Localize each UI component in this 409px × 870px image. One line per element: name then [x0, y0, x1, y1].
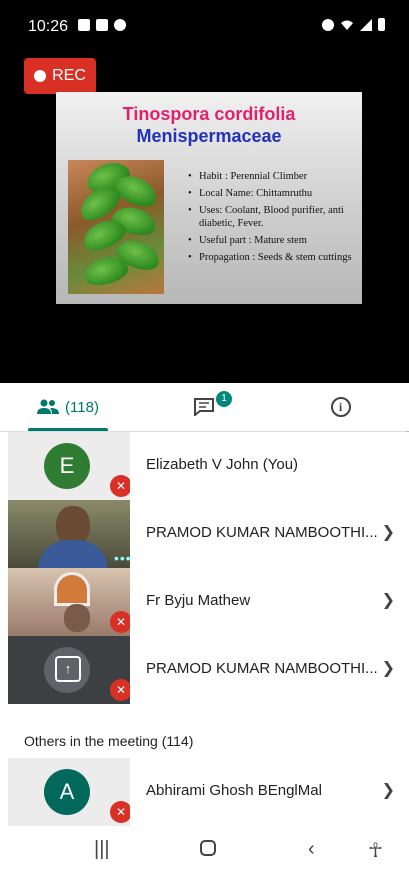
- slide-bullet-list: Habit : Perennial Climber Local Name: Ch…: [188, 170, 358, 268]
- slide-subtitle: Menispermaceae: [136, 126, 282, 146]
- participant-tile: A ✕: [8, 758, 130, 826]
- participant-video-tile: •••: [8, 500, 130, 568]
- participant-name: PRAMOD KUMAR NAMBOOTHI...: [146, 660, 378, 677]
- system-nav-bar: ||| ‹ ☥: [0, 836, 409, 870]
- chevron-right-icon: ❯: [381, 592, 395, 609]
- recording-label: REC: [52, 67, 86, 84]
- info-icon: i: [330, 397, 351, 417]
- mic-muted-icon: ✕: [110, 475, 130, 497]
- chat-unread-badge: 1: [216, 391, 232, 407]
- gallery-icon: [78, 19, 90, 31]
- tab-info[interactable]: i: [272, 383, 409, 431]
- record-dot-icon: [34, 70, 47, 82]
- participant-name: PRAMOD KUMAR NAMBOOTHI...: [146, 524, 378, 541]
- slide-bullet: Habit : Perennial Climber: [188, 170, 358, 183]
- status-bar: 10:26: [0, 0, 409, 42]
- tab-people[interactable]: (118): [0, 383, 136, 431]
- signal-icon: [360, 18, 372, 31]
- participant-row[interactable]: A ✕ Abhirami Ghosh BEnglMal ❯: [0, 758, 409, 826]
- participant-row[interactable]: ••• PRAMOD KUMAR NAMBOOTHI... ❯: [0, 500, 409, 568]
- people-count: (118): [65, 398, 99, 416]
- system-icons: [322, 18, 385, 31]
- meeting-tabs: (118) 1 i: [0, 383, 409, 431]
- participant-row[interactable]: ↑ ✕ PRAMOD KUMAR NAMBOOTHI... ❯: [0, 636, 409, 704]
- chevron-right-icon: ❯: [381, 524, 395, 541]
- participant-row[interactable]: ✕ Fr Byju Mathew ❯: [0, 568, 409, 636]
- battery-icon: [378, 18, 385, 31]
- avatar: E: [44, 443, 90, 489]
- participant-tile: E ✕: [8, 432, 130, 500]
- chevron-right-icon: ❯: [381, 782, 395, 799]
- mic-muted-icon: ✕: [110, 611, 130, 633]
- back-icon[interactable]: ‹: [308, 838, 315, 861]
- participant-tile: ↑ ✕: [8, 636, 130, 704]
- presentation-area[interactable]: 10:26 REC Tinospora cordifolia Menisperm…: [0, 0, 409, 383]
- slide-bullet: Local Name: Chittamruthu: [188, 187, 358, 200]
- meet-screen: 10:26 REC Tinospora cordifolia Menisperm…: [0, 0, 409, 870]
- mic-muted-icon: ✕: [110, 801, 130, 823]
- accessibility-icon[interactable]: ☥: [368, 838, 383, 863]
- plant-photo: [68, 160, 164, 294]
- participant-name: Fr Byju Mathew: [146, 592, 251, 609]
- slide-bullet: Uses: Coolant, Blood purifier, anti diab…: [188, 204, 358, 230]
- participant-name: Abhirami Ghosh BEnglMal: [146, 782, 322, 799]
- speaking-indicator-icon: •••: [114, 550, 130, 566]
- people-icon: [37, 399, 60, 414]
- avatar: A: [44, 769, 90, 815]
- wifi-icon: [341, 20, 353, 30]
- presentation-slide: Tinospora cordifolia Menispermaceae Habi…: [56, 92, 362, 304]
- participant-video-tile: ✕: [8, 568, 130, 636]
- participant-row[interactable]: E ✕ Elizabeth V John (You): [0, 432, 409, 500]
- alarm-icon: [322, 18, 334, 31]
- image-icon: [96, 19, 108, 31]
- chevron-right-icon: ❯: [381, 660, 395, 677]
- notification-icons: [78, 19, 126, 31]
- location-icon: [114, 19, 126, 31]
- screen-share-icon: ↑: [55, 656, 81, 682]
- sound-muted-icon: ✕: [110, 679, 130, 701]
- recording-badge: REC: [24, 58, 96, 94]
- others-section-header: Others in the meeting (114): [24, 733, 194, 749]
- slide-bullet: Propagation : Seeds & stem cuttings: [188, 251, 358, 264]
- participant-name: Elizabeth V John (You): [146, 456, 299, 473]
- tab-chat[interactable]: 1: [136, 383, 272, 431]
- chat-icon: [194, 398, 214, 416]
- slide-bullet: Useful part : Mature stem: [188, 234, 358, 247]
- status-time: 10:26: [28, 18, 69, 35]
- home-icon[interactable]: [200, 840, 216, 856]
- slide-title: Tinospora cordifolia: [122, 104, 296, 124]
- recent-apps-icon[interactable]: |||: [94, 838, 110, 861]
